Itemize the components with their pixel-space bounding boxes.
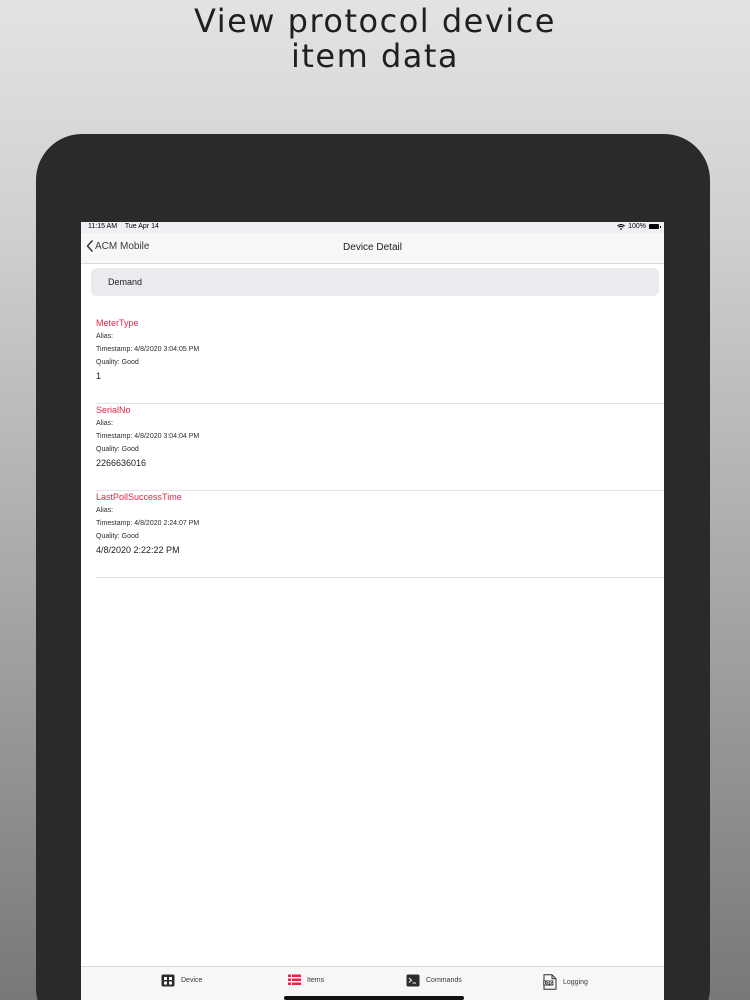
log-file-icon: LOG [543, 974, 557, 990]
tab-items[interactable]: Items [288, 974, 324, 986]
list-item[interactable]: SerialNo Alias: Timestamp: 4/8/2020 3:04… [96, 405, 664, 491]
tab-bar: Device Items Commands LOG Logging [81, 966, 664, 1000]
marketing-headline: View protocol device item data [0, 4, 750, 74]
item-alias: Alias: [96, 333, 114, 340]
tab-device[interactable]: Device [161, 974, 202, 987]
item-value: 2266636016 [96, 458, 147, 468]
tab-logging[interactable]: LOG Logging [543, 974, 588, 990]
item-name: SerialNo [96, 405, 131, 415]
item-name: MeterType [96, 318, 139, 328]
battery-icon [649, 224, 661, 229]
terminal-icon [406, 974, 420, 987]
item-alias: Alias: [96, 420, 114, 427]
list-item[interactable]: MeterType Alias: Timestamp: 4/8/2020 3:0… [96, 318, 664, 404]
list-item[interactable]: LastPollSuccessTime Alias: Timestamp: 4/… [96, 492, 664, 578]
battery-percent: 100% [628, 223, 646, 230]
page-title: Device Detail [343, 242, 402, 253]
status-bar: 11:15 AM Tue Apr 14 100% [81, 222, 664, 233]
item-timestamp: Timestamp: 4/8/2020 2:24:07 PM [96, 520, 200, 527]
device-screen: 11:15 AM Tue Apr 14 100% ACM Mobile Devi… [81, 222, 664, 1000]
item-timestamp: Timestamp: 4/8/2020 3:04:05 PM [96, 346, 200, 353]
item-quality: Quality: Good [96, 533, 139, 540]
navigation-bar: ACM Mobile Device Detail [81, 233, 664, 264]
section-header-demand[interactable]: Demand [91, 268, 659, 296]
tab-device-label: Device [181, 977, 203, 984]
tab-commands-label: Commands [426, 977, 462, 984]
item-alias: Alias: [96, 507, 114, 514]
tab-items-label: Items [307, 976, 325, 984]
home-indicator [284, 996, 464, 1000]
section-title: Demand [108, 277, 143, 287]
status-date: Tue Apr 14 [124, 223, 159, 230]
item-name: LastPollSuccessTime [96, 492, 182, 502]
device-grid-icon [161, 974, 175, 987]
tab-logging-label: Logging [563, 978, 588, 986]
item-value: 4/8/2020 2:22:22 PM [96, 545, 180, 555]
item-quality: Quality: Good [96, 359, 139, 366]
wifi-icon [617, 223, 626, 230]
item-value: 1 [96, 371, 102, 381]
svg-text:LOG: LOG [544, 981, 553, 986]
item-quality: Quality: Good [96, 446, 139, 453]
items-list-icon [288, 974, 301, 985]
headline-line-2: item data [290, 37, 460, 75]
item-timestamp: Timestamp: 4/8/2020 3:04:04 PM [96, 433, 200, 440]
tab-commands[interactable]: Commands [406, 974, 462, 987]
status-time: 11:15 AM [88, 223, 118, 230]
headline-line-1: View protocol device [194, 2, 556, 40]
